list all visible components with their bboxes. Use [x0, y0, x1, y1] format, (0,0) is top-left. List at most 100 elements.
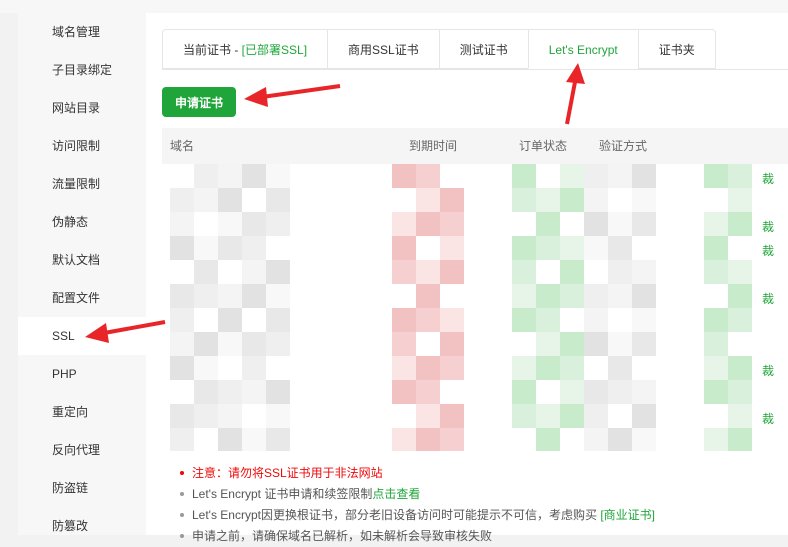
- redacted-cell-block: [512, 284, 536, 308]
- redacted-cell-block: [728, 380, 752, 404]
- redacted-cell-block: [728, 428, 752, 451]
- redacted-cell-block: [704, 428, 728, 451]
- sidebar-item-rewrite[interactable]: 伪静态: [18, 203, 146, 241]
- redacted-cell-block: [416, 308, 440, 332]
- redacted-cell-block: [242, 164, 266, 188]
- redacted-cell-block: [584, 284, 608, 308]
- redacted-cell-block: [728, 284, 752, 308]
- redacted-cell-block: [392, 428, 416, 451]
- deployed-status-label: [已部署SSL]: [241, 43, 308, 57]
- sidebar-item-default-document[interactable]: 默认文档: [18, 241, 146, 279]
- redacted-cell-block: [728, 404, 752, 428]
- redacted-cell-block: [584, 236, 608, 260]
- redacted-cell-block: [704, 260, 728, 284]
- redacted-cell-block: [584, 332, 608, 356]
- note-text: Let's Encrypt因更换根证书，部分老旧设备访问时可能提示不可信，考虑购…: [192, 508, 601, 522]
- table-row: [162, 260, 788, 284]
- table-row: [162, 308, 788, 332]
- redacted-cell-block: [728, 212, 752, 236]
- redacted-cell-block: [392, 308, 416, 332]
- sidebar-item-reverse-proxy[interactable]: 反向代理: [18, 431, 146, 469]
- sidebar-item-traffic-limit[interactable]: 流量限制: [18, 165, 146, 203]
- redacted-cell-block: [632, 212, 656, 236]
- redacted-cell-block: [560, 356, 584, 380]
- row-action-link[interactable]: 裁: [762, 410, 774, 427]
- redacted-cell-block: [536, 308, 560, 332]
- redacted-cell-block: [584, 188, 608, 212]
- table-row: 裁: [162, 284, 788, 308]
- sidebar-item-tamper-protection[interactable]: 防篡改: [18, 507, 146, 545]
- view-limits-link[interactable]: 点击查看: [372, 487, 420, 501]
- redacted-cell-block: [512, 356, 536, 380]
- redacted-cell-block: [440, 236, 464, 260]
- tab-lets-encrypt[interactable]: Let's Encrypt: [527, 29, 638, 69]
- redacted-cell-block: [242, 380, 266, 404]
- tabs-divider: [162, 69, 788, 70]
- sidebar-item-access-restriction[interactable]: 访问限制: [18, 127, 146, 165]
- redacted-cell-block: [266, 332, 290, 356]
- redacted-cell-block: [194, 164, 218, 188]
- table-row: [162, 380, 788, 404]
- redacted-cell-block: [632, 332, 656, 356]
- table-row: [162, 428, 788, 451]
- sidebar-item-php[interactable]: PHP: [18, 355, 146, 393]
- column-header-expire-time: 到期时间: [409, 139, 458, 153]
- redacted-cell-block: [416, 380, 440, 404]
- tab-test-certificate[interactable]: 测试证书: [438, 29, 528, 69]
- row-action-link[interactable]: 裁: [762, 362, 774, 379]
- redacted-cell-block: [608, 356, 632, 380]
- redacted-cell-block: [218, 164, 242, 188]
- redacted-cell-block: [392, 236, 416, 260]
- redacted-cell-block: [416, 260, 440, 284]
- redacted-cell-block: [728, 356, 752, 380]
- redacted-cell-block: [170, 404, 194, 428]
- tab-certificate-folder[interactable]: 证书夹: [637, 29, 716, 69]
- table-row: [162, 188, 788, 212]
- redacted-cell-block: [266, 284, 290, 308]
- sidebar-item-redirect[interactable]: 重定向: [18, 393, 146, 431]
- redacted-cell-block: [266, 428, 290, 451]
- row-action-link[interactable]: 裁: [762, 218, 774, 235]
- redacted-cell-block: [194, 380, 218, 404]
- row-action-link[interactable]: 裁: [762, 290, 774, 307]
- redacted-cell-block: [392, 164, 416, 188]
- redacted-cell-block: [704, 308, 728, 332]
- redacted-cell-block: [266, 380, 290, 404]
- sidebar-item-site-directory[interactable]: 网站目录: [18, 89, 146, 127]
- redacted-cell-block: [512, 404, 536, 428]
- redacted-cell-block: [512, 188, 536, 212]
- tab-current-certificate[interactable]: 当前证书 - [已部署SSL]: [162, 29, 328, 69]
- row-action-link[interactable]: 裁: [762, 170, 774, 187]
- redacted-cell-block: [218, 212, 242, 236]
- sidebar-item-ssl[interactable]: SSL: [18, 317, 146, 355]
- redacted-cell-block: [632, 284, 656, 308]
- redacted-cell-block: [584, 380, 608, 404]
- redacted-cell-block: [632, 380, 656, 404]
- commercial-certificate-link[interactable]: [商业证书]: [600, 508, 655, 522]
- tab-commercial-ssl[interactable]: 商用SSL证书: [327, 29, 439, 69]
- sidebar-item-config-file[interactable]: 配置文件: [18, 279, 146, 317]
- redacted-cell-block: [536, 212, 560, 236]
- redacted-cell-block: [536, 284, 560, 308]
- redacted-cell-block: [728, 260, 752, 284]
- redacted-cell-block: [704, 164, 728, 188]
- redacted-cell-block: [242, 428, 266, 451]
- tab-current-prefix: 当前证书 -: [183, 43, 242, 57]
- table-row: 裁: [162, 356, 788, 380]
- redacted-cell-block: [608, 236, 632, 260]
- redacted-cell-block: [584, 404, 608, 428]
- sidebar-item-subdirectory-binding[interactable]: 子目录绑定: [18, 51, 146, 89]
- redacted-cell-block: [728, 188, 752, 212]
- redacted-cell-block: [584, 428, 608, 451]
- sidebar-item-hotlink-protection[interactable]: 防盗链: [18, 469, 146, 507]
- row-action-link[interactable]: 裁: [762, 242, 774, 259]
- redacted-cell-block: [194, 332, 218, 356]
- redacted-cell-block: [218, 236, 242, 260]
- top-bar: [0, 0, 788, 13]
- redacted-cell-block: [242, 236, 266, 260]
- apply-certificate-button[interactable]: 申请证书: [162, 87, 236, 117]
- sidebar-item-domain-management[interactable]: 域名管理: [18, 13, 146, 51]
- redacted-cell-block: [266, 212, 290, 236]
- redacted-cell-block: [416, 284, 440, 308]
- redacted-cell-block: [440, 212, 464, 236]
